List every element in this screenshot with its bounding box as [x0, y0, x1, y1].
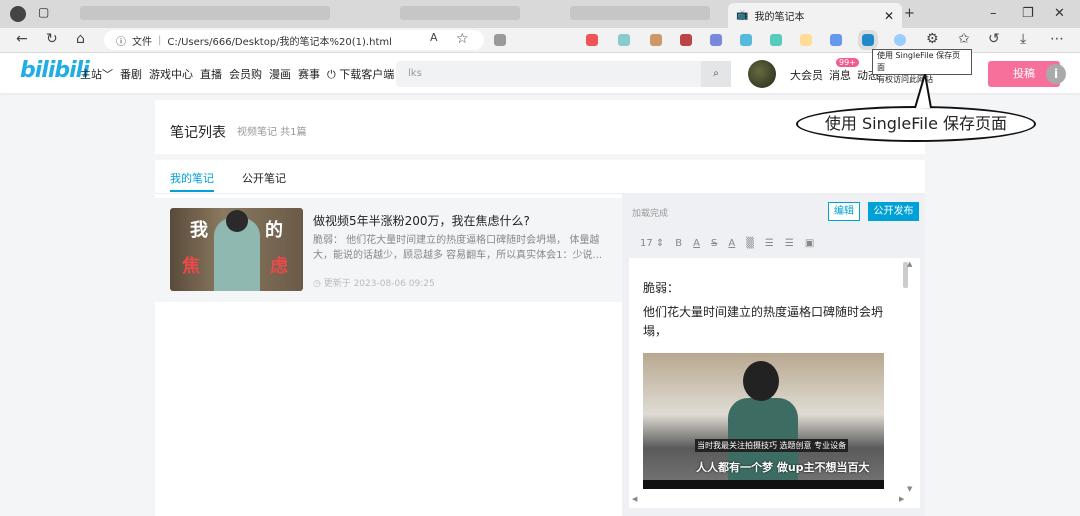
- scroll-left-icon[interactable]: ◀: [632, 495, 637, 503]
- close-tab-icon[interactable]: ✕: [884, 9, 894, 23]
- scroll-right-icon[interactable]: ▶: [899, 495, 904, 503]
- tab-active[interactable]: 📺 我的笔记本 ✕: [728, 3, 902, 28]
- info-icon[interactable]: ⓘ: [116, 33, 126, 48]
- nav-messages[interactable]: 消息: [829, 67, 851, 83]
- subtitle-line: 人人都有一个梦 做up主不想当百大: [696, 461, 870, 474]
- download-icon[interactable]: ⤓: [1020, 31, 1026, 47]
- page-title: 笔记列表: [170, 125, 226, 141]
- message-badge: 99+: [836, 58, 859, 67]
- bilibili-tab-icon: 📺: [736, 10, 749, 21]
- extension-icon[interactable]: [494, 34, 506, 46]
- close-window-button[interactable]: ✕: [1054, 6, 1065, 21]
- scroll-up-icon[interactable]: ▲: [907, 260, 912, 268]
- extensions-puzzle-icon[interactable]: ⚙: [926, 31, 939, 47]
- font-size-select[interactable]: 17 ⇕: [640, 238, 664, 249]
- extension-icon[interactable]: [740, 34, 752, 46]
- search-value: lks: [408, 68, 422, 79]
- callout-pointer: [914, 74, 932, 109]
- nav-vip[interactable]: 大会员: [790, 67, 823, 83]
- new-tab-button[interactable]: +: [904, 6, 915, 21]
- editor-paragraph: 脆弱：: [643, 281, 680, 295]
- favorites-icon[interactable]: ✩: [958, 31, 970, 47]
- extension-icon[interactable]: [830, 34, 842, 46]
- extension-tooltip: 使用 SingleFile 保存页面 有权访问此网站: [872, 49, 972, 84]
- extension-icon[interactable]: [894, 34, 906, 46]
- extension-icon[interactable]: [770, 34, 782, 46]
- nav-anime[interactable]: 番剧: [120, 66, 142, 82]
- thumb-char: 焦: [182, 256, 200, 277]
- nav-live[interactable]: 直播: [200, 66, 222, 82]
- nav-download[interactable]: ⏻ 下载客户端: [327, 66, 394, 82]
- bilibili-logo[interactable]: bilibili: [20, 58, 90, 83]
- thumb-char: 我: [190, 220, 208, 241]
- back-icon[interactable]: ←: [16, 31, 28, 47]
- extension-icon[interactable]: [800, 34, 812, 46]
- main-nav: 主站﹀ 番剧 游戏中心 直播 会员购 漫画 赛事 ⏻ 下载客户端: [80, 66, 394, 82]
- note-updated-time: ◷ 更新于 2023-08-06 09:25: [313, 279, 435, 289]
- bold-icon[interactable]: B: [675, 238, 682, 249]
- load-status: 加载完成: [632, 209, 669, 219]
- history-icon[interactable]: ↺: [988, 31, 1000, 47]
- note-thumbnail[interactable]: 我 的 焦 虑: [170, 208, 303, 291]
- extension-icon[interactable]: [586, 34, 598, 46]
- nav-main[interactable]: 主站﹀: [80, 66, 113, 82]
- minimize-button[interactable]: –: [990, 6, 997, 21]
- tab-title: 我的笔记本: [754, 12, 805, 23]
- unordered-list-icon[interactable]: ☰: [785, 238, 794, 249]
- tab-blurred[interactable]: [80, 6, 330, 20]
- thumb-char: 的: [265, 220, 283, 241]
- extension-icon[interactable]: [680, 34, 692, 46]
- video-screenshot: 当时我最关注拍摄技巧 选题创意 专业设备 人人都有一个梦 做up主不想当百大: [643, 353, 884, 489]
- nav-manga[interactable]: 漫画: [269, 66, 291, 82]
- nav-match[interactable]: 赛事: [298, 66, 320, 82]
- url-text: C:/Users/666/Desktop/我的笔记本%20(1).html: [167, 36, 392, 48]
- maximize-button[interactable]: ❐: [1022, 6, 1034, 21]
- tab-blurred[interactable]: [570, 6, 710, 20]
- strikethrough-icon[interactable]: S: [711, 238, 717, 249]
- address-bar[interactable]: ⓘ 文件 | C:/Users/666/Desktop/我的笔记本%20(1).…: [104, 30, 484, 50]
- edit-button[interactable]: 编辑: [828, 202, 860, 221]
- separator: |: [158, 34, 162, 46]
- ordered-list-icon[interactable]: ☰: [765, 238, 774, 249]
- favorite-star-icon[interactable]: ☆: [456, 31, 469, 47]
- publish-button[interactable]: 公开发布: [868, 202, 919, 221]
- tab-actions-icon[interactable]: ▢: [38, 5, 49, 19]
- subtitle-line: 当时我最关注拍摄技巧 选题创意 专业设备: [695, 439, 849, 452]
- tab-public-notes[interactable]: 公开笔记: [242, 170, 286, 186]
- extension-icon[interactable]: [710, 34, 722, 46]
- right-nav: 大会员 消息 动态: [790, 67, 879, 83]
- refresh-icon[interactable]: ↻: [46, 31, 58, 47]
- note-title[interactable]: 做视频5年半涨粉200万，我在焦虑什么?: [313, 212, 530, 229]
- text-color-icon[interactable]: A: [693, 238, 700, 249]
- image-icon[interactable]: ▣: [805, 238, 814, 249]
- nav-shop[interactable]: 会员购: [229, 66, 262, 82]
- background-icon[interactable]: ▒: [746, 238, 754, 249]
- nav-game[interactable]: 游戏中心: [149, 66, 193, 82]
- scroll-down-icon[interactable]: ▼: [907, 485, 912, 493]
- editor-toolbar: 17 ⇕ B A S A ▒ ☰ ☰ ▣: [640, 238, 814, 249]
- thumb-char: 虑: [270, 256, 288, 277]
- highlight-icon[interactable]: A: [728, 238, 735, 249]
- avatar[interactable]: [748, 60, 776, 88]
- home-icon[interactable]: ⌂: [76, 31, 85, 47]
- search-icon[interactable]: ⌕: [701, 61, 731, 87]
- active-tab-indicator: [170, 190, 214, 192]
- tab-blurred[interactable]: [400, 6, 520, 20]
- extension-icon[interactable]: [618, 34, 630, 46]
- annotation-callout: 使用 SingleFile 保存页面: [796, 106, 1036, 142]
- editor-paragraph: 他们花大量时间建立的热度逼格口碑随时会坍塌，: [643, 305, 884, 338]
- profile-icon[interactable]: [10, 6, 26, 22]
- page-subtitle: 视频笔记 共1篇: [237, 127, 307, 138]
- more-menu-icon[interactable]: ⋯: [1050, 31, 1064, 47]
- info-icon[interactable]: i: [1046, 64, 1066, 84]
- search-input[interactable]: lks ⌕: [396, 61, 731, 87]
- extension-icon[interactable]: [650, 34, 662, 46]
- read-aloud-icon[interactable]: A: [430, 31, 438, 44]
- singlefile-extension-icon[interactable]: [858, 30, 878, 50]
- tooltip-line: 使用 SingleFile 保存页面: [877, 51, 961, 72]
- note-description: 脆弱： 他们花大量时间建立的热度逼格口碑随时会坍塌， 体量越大，能说的话越少，顾…: [313, 235, 603, 261]
- address-prefix: 文件: [132, 36, 152, 48]
- tab-my-notes[interactable]: 我的笔记: [170, 170, 214, 186]
